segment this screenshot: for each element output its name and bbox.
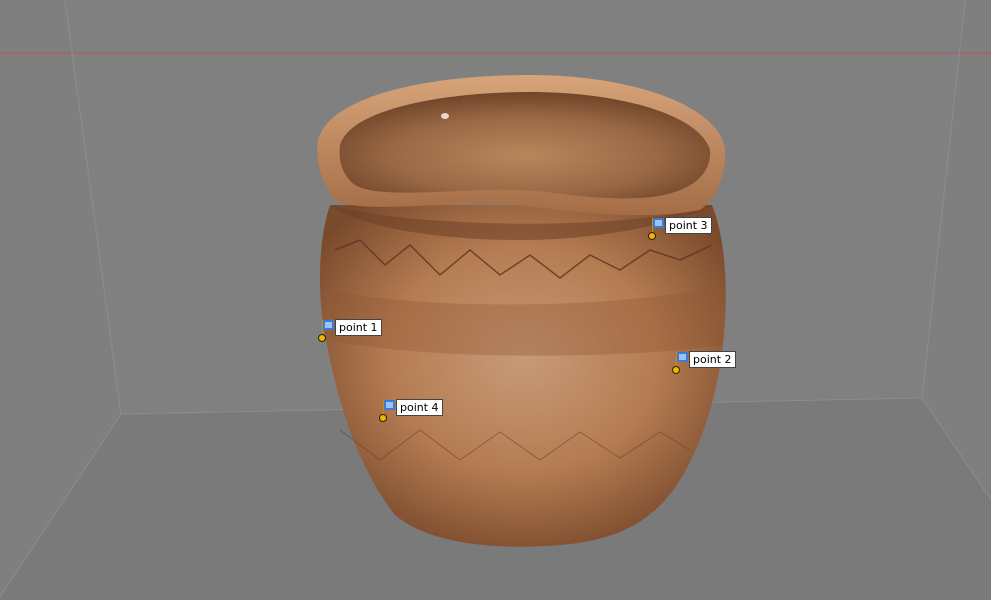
marker-label[interactable]: point 1 xyxy=(335,319,382,336)
flag-icon xyxy=(653,218,664,228)
marker-label[interactable]: point 2 xyxy=(689,351,736,368)
pin-dot[interactable] xyxy=(672,366,680,374)
3d-viewport[interactable]: point 1 point 2 point 3 point 4 xyxy=(0,0,991,600)
pin-dot[interactable] xyxy=(379,414,387,422)
pin-dot[interactable] xyxy=(648,232,656,240)
flag-icon xyxy=(384,400,395,410)
marker-label[interactable]: point 4 xyxy=(396,399,443,416)
flag-icon xyxy=(323,320,334,330)
pottery-vessel-model[interactable] xyxy=(317,75,726,547)
flag-icon xyxy=(677,352,688,362)
pin-dot[interactable] xyxy=(318,334,326,342)
scene-canvas[interactable] xyxy=(0,0,991,600)
marker-label[interactable]: point 3 xyxy=(665,217,712,234)
